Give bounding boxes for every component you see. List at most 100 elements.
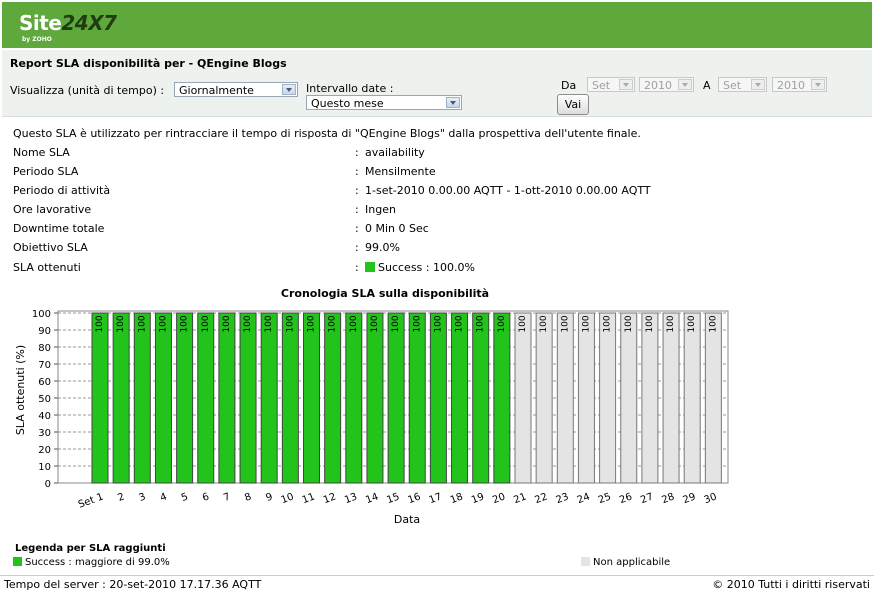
y-axis-ticks: 0 10 20 30 40 50 60 70 80 90 100 [32, 309, 58, 490]
y-tick-label: 10 [38, 462, 51, 473]
separator-colon: : [355, 146, 359, 159]
total-downtime-value: 0 Min 0 Sec [365, 222, 429, 235]
bar-9[interactable] [260, 312, 278, 484]
bar-4[interactable] [154, 312, 172, 484]
bar-16[interactable] [408, 312, 426, 484]
from-year-select[interactable]: 2010 [639, 77, 694, 92]
y-tick-label: 90 [38, 326, 51, 337]
bar-29[interactable] [683, 312, 701, 484]
separator-colon: : [355, 203, 359, 216]
separator-colon: : [355, 165, 359, 178]
sla-objective-label: Obiettivo SLA [13, 241, 88, 254]
bar-30[interactable] [704, 312, 722, 484]
sla-period-value: Mensilmente [365, 165, 436, 178]
y-tick-label: 50 [38, 394, 51, 405]
bar-15[interactable] [387, 312, 405, 484]
y-tick-label: 20 [38, 445, 51, 456]
legend-title: Legenda per SLA raggiunti [15, 543, 166, 554]
success-swatch [13, 557, 22, 566]
chevron-down-icon [282, 84, 296, 95]
to-year-value: 2010 [777, 79, 805, 92]
legend-success: Success : maggiore di 99.0% [13, 557, 170, 568]
bar-value-label: 100 [497, 315, 507, 332]
bar-value-label: 100 [285, 315, 295, 332]
copyright: © 2010 Tutti i diritti riservati [712, 578, 870, 591]
x-tick-label: 23 [555, 491, 571, 506]
x-tick-label: 22 [533, 491, 549, 506]
bar-value-label: 100 [560, 315, 570, 332]
bar-21[interactable] [514, 312, 532, 484]
bar-18[interactable] [451, 312, 469, 484]
sla-history-chart: Cronologia SLA sulla disponibilità 01020… [14, 287, 729, 526]
bar-24[interactable] [577, 312, 595, 484]
bar-23[interactable] [556, 312, 574, 484]
x-tick-label: 25 [597, 491, 613, 506]
x-axis-label: Data [394, 513, 420, 526]
business-hours-value: Ingen [365, 203, 396, 216]
sla-achieved-label: SLA ottenuti [13, 261, 81, 274]
bar-value-label: 100 [116, 315, 126, 332]
bar-27[interactable] [641, 312, 659, 484]
bar-13[interactable] [345, 312, 363, 484]
site24x7-logo[interactable]: Site24X7 [19, 11, 117, 35]
y-tick-label: 30 [38, 428, 51, 439]
legend-success-text: Success : maggiore di 99.0% [25, 557, 170, 568]
to-year-select[interactable]: 2010 [772, 77, 827, 92]
bar-19[interactable] [472, 312, 490, 484]
date-interval-select[interactable]: Questo mese [306, 95, 462, 110]
bar-value-label: 100 [603, 315, 613, 332]
y-tick-label: 80 [38, 343, 51, 354]
footer-divider [0, 575, 874, 576]
bar-value-label: 100 [328, 315, 338, 332]
bar-8[interactable] [239, 312, 257, 484]
x-tick-label: 7 [222, 491, 232, 504]
bar-1[interactable] [91, 312, 109, 484]
bar-5[interactable] [176, 312, 194, 484]
chevron-down-icon [751, 79, 765, 90]
view-unit-select[interactable]: Giornalmente [174, 82, 298, 97]
bar-2[interactable] [112, 312, 130, 484]
bar-11[interactable] [303, 312, 320, 484]
bar-7[interactable] [218, 312, 236, 484]
bar-value-label: 100 [180, 315, 190, 332]
sla-achieved-value: Success : 100.0% [365, 261, 475, 274]
from-month-select[interactable]: Set [587, 77, 635, 92]
na-swatch [581, 557, 590, 566]
x-tick-label: 5 [180, 491, 190, 504]
bar-14[interactable] [366, 312, 384, 484]
x-tick-label: 26 [618, 491, 634, 506]
activity-period-value: 1-set-2010 0.00.00 AQTT - 1-ott-2010 0.0… [365, 184, 651, 197]
bar-10[interactable] [281, 312, 299, 484]
bar-value-label: 100 [476, 315, 486, 332]
x-tick-label: 11 [301, 491, 317, 506]
x-tick-label: 24 [576, 491, 592, 506]
bar-25[interactable] [599, 312, 617, 484]
bar-20[interactable] [493, 312, 511, 484]
bar-value-label: 100 [370, 315, 380, 332]
bar-value-label: 100 [243, 315, 253, 332]
to-month-select[interactable]: Set [718, 77, 767, 92]
top-banner: Site24X7 by ZOHO [2, 2, 872, 48]
business-hours-label: Ore lavorative [13, 203, 92, 216]
bar-3[interactable] [133, 312, 151, 484]
x-tick-label: 16 [407, 491, 423, 506]
total-downtime-label: Downtime totale [13, 222, 105, 235]
x-tick-label: 2 [116, 491, 126, 504]
bar-6[interactable] [197, 312, 215, 484]
sla-name-value: availability [365, 146, 425, 159]
bar-value-label: 100 [264, 315, 274, 332]
x-tick-label: 30 [703, 491, 719, 506]
sla-description: Questo SLA è utilizzato per rintracciare… [13, 127, 641, 140]
bar-17[interactable] [429, 312, 447, 484]
bar-28[interactable] [662, 312, 680, 484]
separator-colon: : [355, 184, 359, 197]
x-tick-label: 9 [264, 491, 274, 504]
view-unit-label: Visualizza (unità di tempo) : [10, 84, 165, 97]
view-unit-value: Giornalmente [179, 84, 254, 97]
go-button[interactable]: Vai [557, 94, 589, 115]
bar-value-label: 100 [222, 315, 232, 332]
bar-26[interactable] [620, 312, 638, 484]
bar-22[interactable] [535, 312, 553, 484]
logo-text-site: Site [19, 11, 62, 35]
bar-12[interactable] [324, 312, 342, 484]
